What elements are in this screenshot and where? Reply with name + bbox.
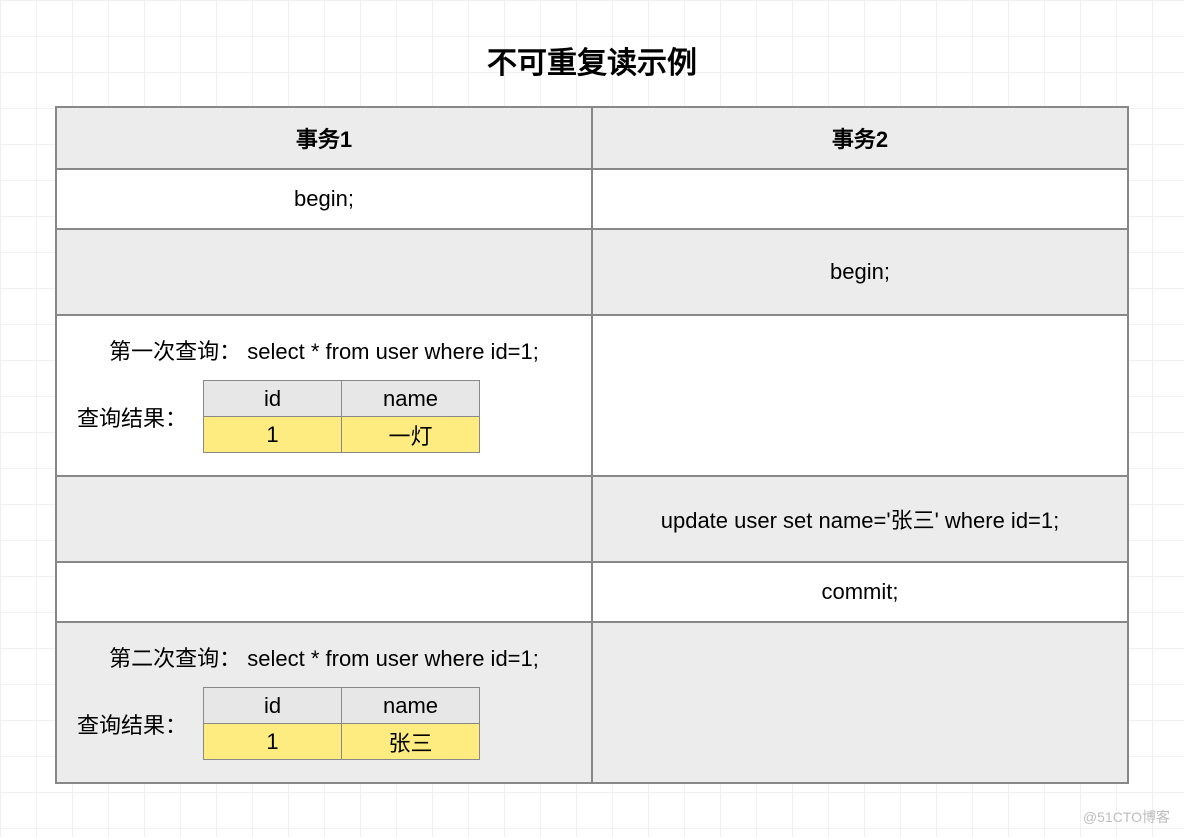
query2-label: 第二次查询： [109,646,241,671]
cell-r5c1 [56,562,592,622]
cell-r1c2 [592,169,1128,229]
query1-result-table: id name 1 一灯 [203,380,480,453]
cell-r5c2: commit; [592,562,1128,622]
cell-r2c2: begin; [592,229,1128,315]
query2-sql: select * from user where id=1; [247,646,539,671]
cell-r3c1: 第一次查询： select * from user where id=1; 查询… [56,315,592,476]
q2-td-name: 张三 [342,724,480,760]
q1-td-name: 一灯 [342,417,480,453]
cell-r6c1: 第二次查询： select * from user where id=1; 查询… [56,622,592,783]
cell-r4c2: update user set name='张三' where id=1; [592,476,1128,562]
page-title: 不可重复读示例 [55,38,1129,82]
q1-th-name: name [342,381,480,417]
cell-r2c1 [56,229,592,315]
watermark: @51CTO博客 [1083,807,1170,827]
q2-th-id: id [204,688,342,724]
cell-r6c2 [592,622,1128,783]
q2-th-name: name [342,688,480,724]
query2-result-table: id name 1 张三 [203,687,480,760]
query1-sql: select * from user where id=1; [247,339,539,364]
query1-label: 第一次查询： [109,339,241,364]
transaction-table: 事务1 事务2 begin; begin; 第一次查询： select * fr… [55,106,1129,784]
q1-td-id: 1 [204,417,342,453]
cell-r3c2 [592,315,1128,476]
q1-th-id: id [204,381,342,417]
cell-r4c1 [56,476,592,562]
header-col2: 事务2 [592,107,1128,169]
query2-result-label: 查询结果： [77,708,187,740]
q2-td-id: 1 [204,724,342,760]
cell-r1c1: begin; [56,169,592,229]
query1-result-label: 查询结果： [77,401,187,433]
header-col1: 事务1 [56,107,592,169]
